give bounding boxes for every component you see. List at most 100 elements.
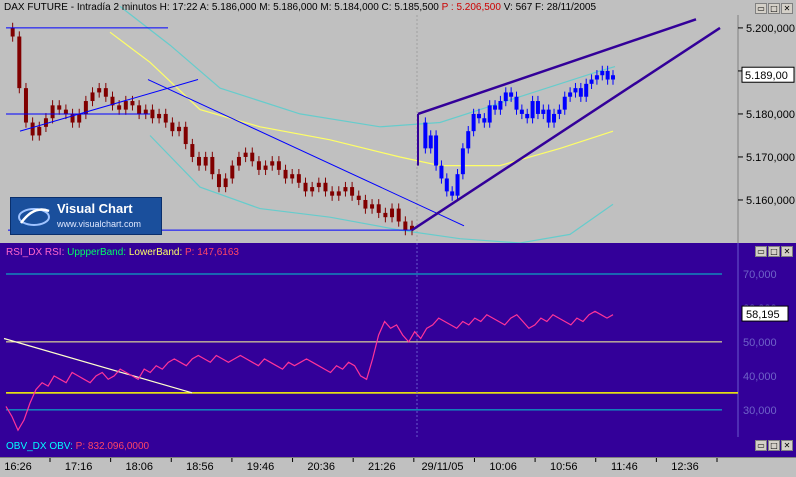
candle-body (183, 126, 188, 145)
logo-url: www.visualchart.com (57, 219, 142, 229)
time-tick-label: 16:26 (4, 461, 32, 473)
candle-body (177, 126, 182, 132)
maximize-icon[interactable]: □ (768, 3, 780, 14)
candle-body (57, 105, 62, 110)
restore-icon[interactable]: ▭ (755, 440, 767, 451)
obv-pane[interactable]: OBV_DX OBV: P: 832.096,0000 ▭ □ ✕ (0, 437, 796, 457)
candle-body (263, 165, 268, 170)
candle-body (283, 169, 288, 179)
candle-body (356, 195, 361, 200)
rsi-chart[interactable]: 70,00060,00050,00040,00030,00058,195 (0, 243, 796, 437)
candle-body (584, 83, 589, 97)
candle-body (450, 191, 455, 196)
candle-body (37, 126, 42, 136)
candle-body (77, 113, 82, 123)
candle-body (594, 75, 599, 80)
obv-p-value: 832.096,0000 (87, 441, 150, 452)
maximize-icon[interactable]: □ (768, 440, 780, 451)
volume-value: 567 (515, 2, 533, 13)
price-pane[interactable]: 5.200,0005.190,0005.180,0005.170,0005.16… (0, 0, 796, 244)
candle-body (216, 174, 221, 188)
candle-body (203, 156, 208, 166)
moving-average-upper (119, 5, 616, 128)
rsi-name: RSI_DX (6, 247, 43, 258)
candle-body (336, 191, 341, 196)
maximize-icon[interactable]: □ (768, 246, 780, 257)
time-tick-label: 21:26 (368, 461, 396, 473)
instrument-name: DAX FUTURE (4, 2, 68, 13)
time-value: 17:22 (172, 2, 198, 13)
close-icon[interactable]: ✕ (781, 440, 793, 451)
candle-body (330, 191, 335, 196)
candle-body (137, 105, 142, 114)
rsi-last-value: 58,195 (746, 309, 780, 321)
candle-body (589, 79, 594, 84)
price-tick-label: 5.160,000 (746, 195, 795, 207)
visualchart-logo: Visual Chart www.visualchart.com (10, 197, 162, 235)
candle-body (97, 88, 102, 93)
candle-body (316, 182, 321, 188)
close-value: 5.185,500 (394, 2, 439, 13)
candle-body (370, 204, 375, 209)
candle-body (143, 109, 148, 114)
candle-body (573, 88, 578, 93)
price-tick-label: 5.180,000 (746, 109, 795, 121)
candle-body (476, 113, 481, 119)
candle-body (568, 92, 573, 97)
price-tick-label: 5.200,000 (746, 23, 795, 35)
time-tick-label: 10:06 (489, 461, 517, 473)
candle-body (190, 144, 195, 157)
price-header: DAX FUTURE - Intradía 2 minutos H: 17:22… (4, 2, 597, 13)
candle-body (17, 36, 22, 89)
candle-body (250, 152, 255, 162)
candle-body (546, 109, 551, 123)
restore-icon[interactable]: ▭ (755, 3, 767, 14)
price-last-value: 5.189,00 (745, 70, 788, 82)
candle-body (514, 96, 519, 110)
rsi-window-buttons: ▭ □ ✕ (755, 246, 793, 257)
candle-body (396, 208, 401, 222)
candle-body (503, 92, 508, 102)
time-tick-label: 12:36 (671, 461, 699, 473)
candle-body (455, 174, 460, 196)
period-label: Intradía 2 minutos (76, 2, 157, 13)
candle-body (170, 122, 175, 132)
candle-body (43, 118, 48, 127)
candle-body (552, 113, 557, 123)
candle-body (50, 105, 55, 119)
candle-body (444, 178, 449, 192)
candle-body (578, 88, 583, 97)
candle-body (270, 161, 275, 166)
candle-body (350, 187, 355, 196)
candle-body (117, 105, 122, 110)
candle-body (541, 109, 546, 114)
candle-body (210, 156, 215, 175)
candle-body (157, 113, 162, 119)
candle-body (390, 208, 395, 218)
close-icon[interactable]: ✕ (781, 3, 793, 14)
high-value: 5.186,000 (273, 2, 318, 13)
rsi-tick-label: 30,000 (743, 405, 777, 417)
rsi-pane[interactable]: 70,00060,00050,00040,00030,00058,195 RSI… (0, 243, 796, 437)
channel-upper-line (417, 18, 697, 116)
candle-body (535, 101, 540, 114)
candle-body (343, 187, 348, 192)
candle-body (439, 165, 444, 179)
candle-body (23, 88, 28, 123)
candle-body (611, 75, 615, 80)
rsi-tick-label: 70,000 (743, 269, 777, 281)
candle-body (487, 105, 492, 123)
restore-icon[interactable]: ▭ (755, 246, 767, 257)
channel-lower-line (411, 26, 721, 232)
candle-body (428, 135, 433, 149)
close-icon[interactable]: ✕ (781, 246, 793, 257)
logo-title: Visual Chart (57, 201, 133, 216)
candle-body (557, 109, 562, 114)
candle-body (223, 178, 228, 188)
candle-body (310, 187, 315, 192)
candle-body (363, 199, 368, 209)
candle-body (498, 101, 503, 110)
candle-body (197, 156, 202, 166)
candle-body (466, 131, 471, 149)
candle-body (290, 174, 295, 179)
